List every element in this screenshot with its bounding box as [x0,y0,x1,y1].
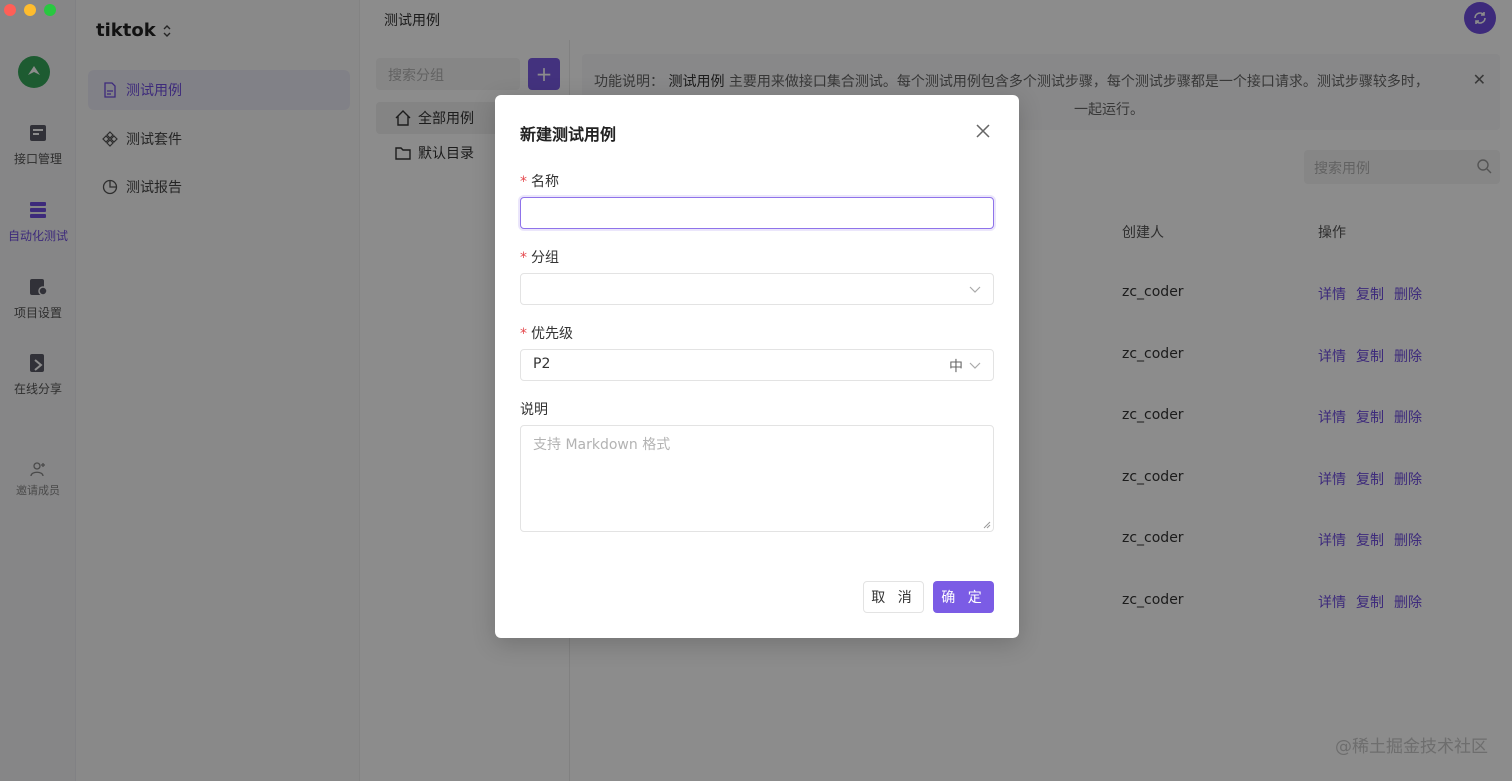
group-select[interactable] [520,273,994,305]
description-textarea[interactable]: 支持 Markdown 格式 [520,425,994,532]
group-label: * 分组 [520,250,559,266]
priority-select[interactable]: P2 中 [520,349,994,381]
resize-handle-icon[interactable] [983,521,991,529]
minimize-window-button[interactable] [24,4,36,16]
zoom-window-button[interactable] [44,4,56,16]
chevron-down-icon [969,286,981,293]
close-icon[interactable] [975,123,991,139]
name-label: * 名称 [520,174,559,190]
chevron-down-icon [969,362,981,369]
window-controls [4,4,56,16]
name-input[interactable] [520,197,994,229]
confirm-button[interactable]: 确 定 [933,581,994,613]
priority-label: * 优先级 [520,326,573,342]
close-window-button[interactable] [4,4,16,16]
priority-level-text: 中 [949,359,963,375]
dialog-title: 新建测试用例 [520,125,617,144]
new-test-case-dialog: 新建测试用例 * 名称 * 分组 * 优先级 P2 中 说明 支持 Markdown … [495,95,1019,638]
description-label: 说明 [520,402,548,418]
cancel-button[interactable]: 取 消 [863,581,924,613]
